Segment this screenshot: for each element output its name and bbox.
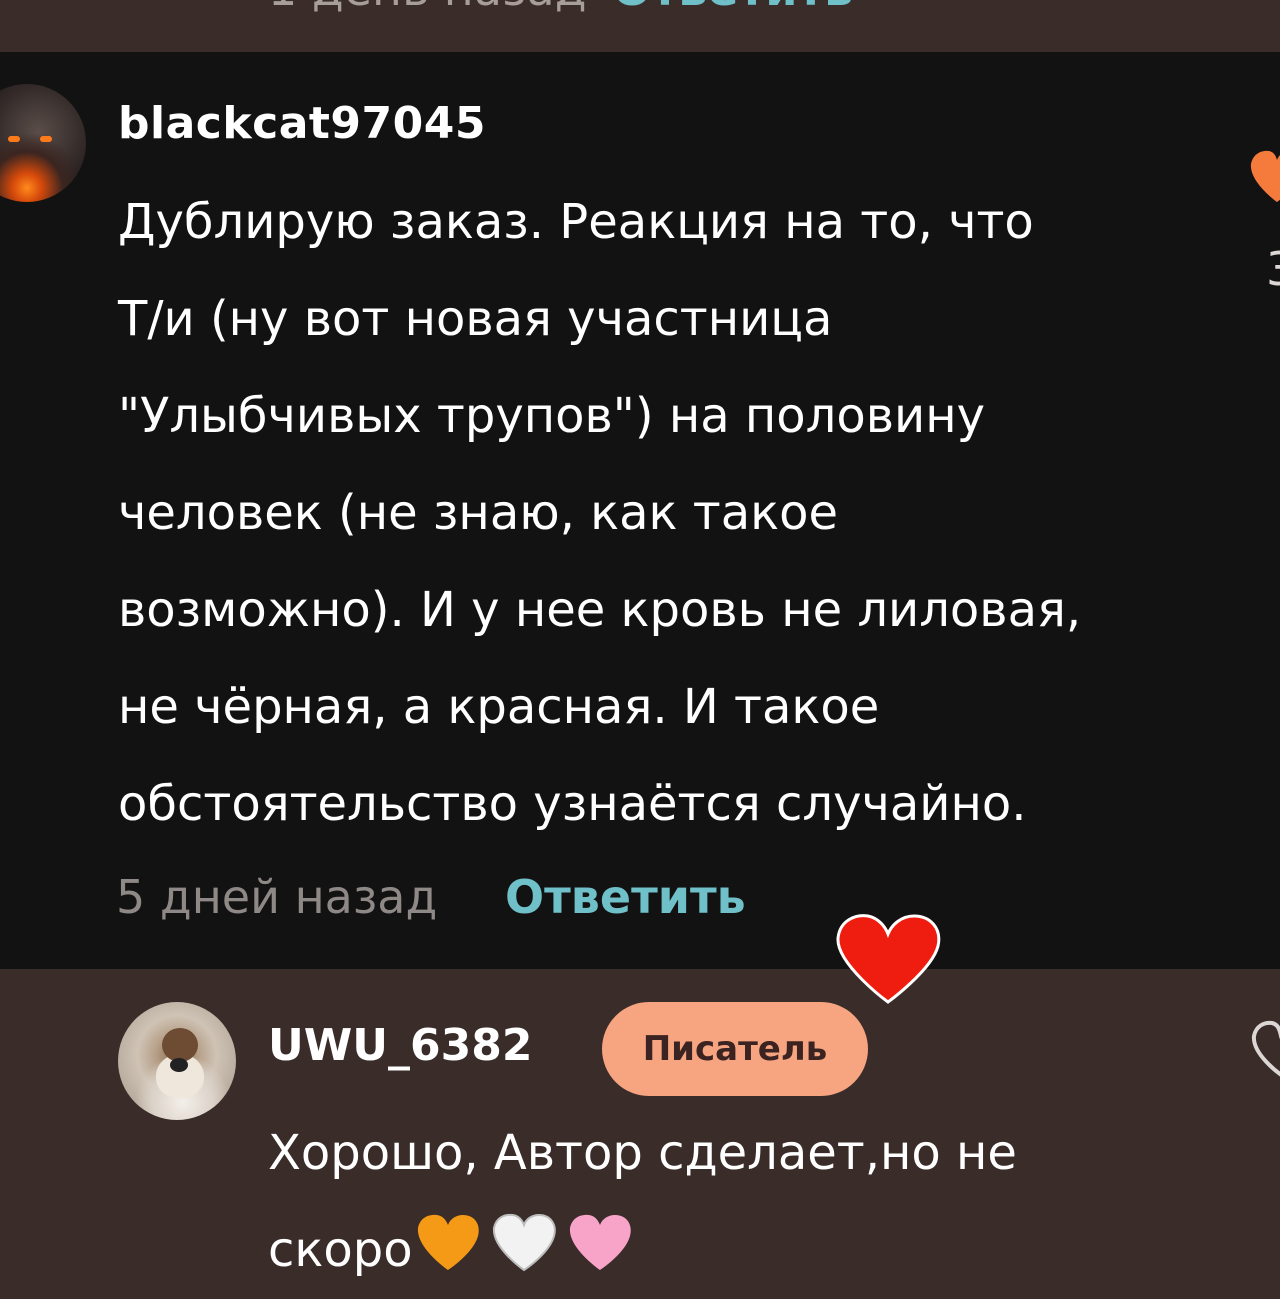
reply-text: Хорошо, Автор сделает,но не скоро xyxy=(268,1105,1168,1299)
reply-text-word: скоро xyxy=(268,1222,413,1278)
white-heart-icon xyxy=(492,1213,556,1272)
like-count: 3 xyxy=(1266,242,1280,296)
reply-text-line: Хорошо, Автор сделает,но не xyxy=(268,1125,1017,1181)
avatar-bird-bib xyxy=(170,1058,188,1072)
comment-date: 5 дней назад xyxy=(116,870,438,924)
like-heart-outline-icon[interactable] xyxy=(1250,1020,1280,1080)
pink-heart-icon xyxy=(569,1214,631,1270)
heart-icon xyxy=(836,914,941,1004)
avatar-bird-head xyxy=(162,1028,198,1062)
avatar[interactable] xyxy=(0,84,86,202)
reply-username[interactable]: UWU_6382 xyxy=(268,1020,532,1071)
avatar-eye xyxy=(8,136,20,142)
reply-button[interactable]: Ответить xyxy=(505,870,746,924)
comment-text: Дублирую заказ. Реакция на то, что Т/и (… xyxy=(118,194,1082,832)
comment-username[interactable]: blackcat97045 xyxy=(118,98,486,149)
previous-comment-footer: 1 день назад Ответить xyxy=(0,0,1280,52)
orange-heart-icon xyxy=(417,1214,479,1270)
writer-badge: Писатель xyxy=(602,1002,868,1096)
previous-comment-meta: 1 день назад Ответить xyxy=(268,0,853,16)
previous-comment-reply-button[interactable]: Ответить xyxy=(613,0,854,16)
like-heart-icon[interactable] xyxy=(1247,148,1280,208)
highlighted-comment: blackcat97045 Дублирую заказ. Реакция на… xyxy=(0,52,1280,1004)
avatar-eye xyxy=(40,136,52,142)
previous-comment-date: 1 день назад xyxy=(268,0,587,16)
avatar[interactable] xyxy=(118,1002,236,1120)
reply-text-line: скоро xyxy=(268,1202,1168,1299)
